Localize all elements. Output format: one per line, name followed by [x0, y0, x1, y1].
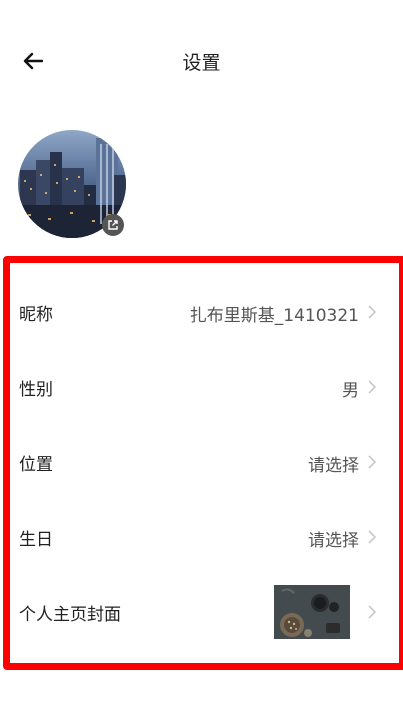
birthday-label: 生日 [19, 530, 53, 550]
chevron-right-icon [368, 605, 377, 619]
nickname-value: 扎布里斯基_1410321 [189, 306, 359, 326]
cover-image [274, 585, 350, 639]
avatar-container [18, 130, 126, 238]
gender-label: 性别 [19, 380, 53, 400]
gender-row[interactable]: 性别 男 [0, 349, 403, 424]
birthday-value: 请选择 [308, 531, 359, 551]
cover-thumbnail[interactable] [274, 585, 350, 639]
location-value: 请选择 [308, 456, 359, 476]
chevron-right-icon [368, 380, 377, 394]
birthday-row[interactable]: 生日 请选择 [0, 499, 403, 574]
nickname-row[interactable]: 昵称 扎布里斯基_1410321 [0, 274, 403, 349]
top-bar: 设置 [0, 0, 403, 120]
external-edit-icon [108, 220, 118, 230]
location-label: 位置 [19, 455, 53, 475]
chevron-right-icon [368, 455, 377, 469]
chevron-right-icon [368, 305, 377, 319]
cover-label: 个人主页封面 [19, 605, 121, 625]
edit-avatar-button[interactable] [102, 214, 124, 236]
location-row[interactable]: 位置 请选择 [0, 424, 403, 499]
page-title: 设置 [182, 52, 221, 74]
nickname-label: 昵称 [19, 305, 53, 325]
chevron-right-icon [368, 530, 377, 544]
gender-value: 男 [342, 381, 359, 401]
